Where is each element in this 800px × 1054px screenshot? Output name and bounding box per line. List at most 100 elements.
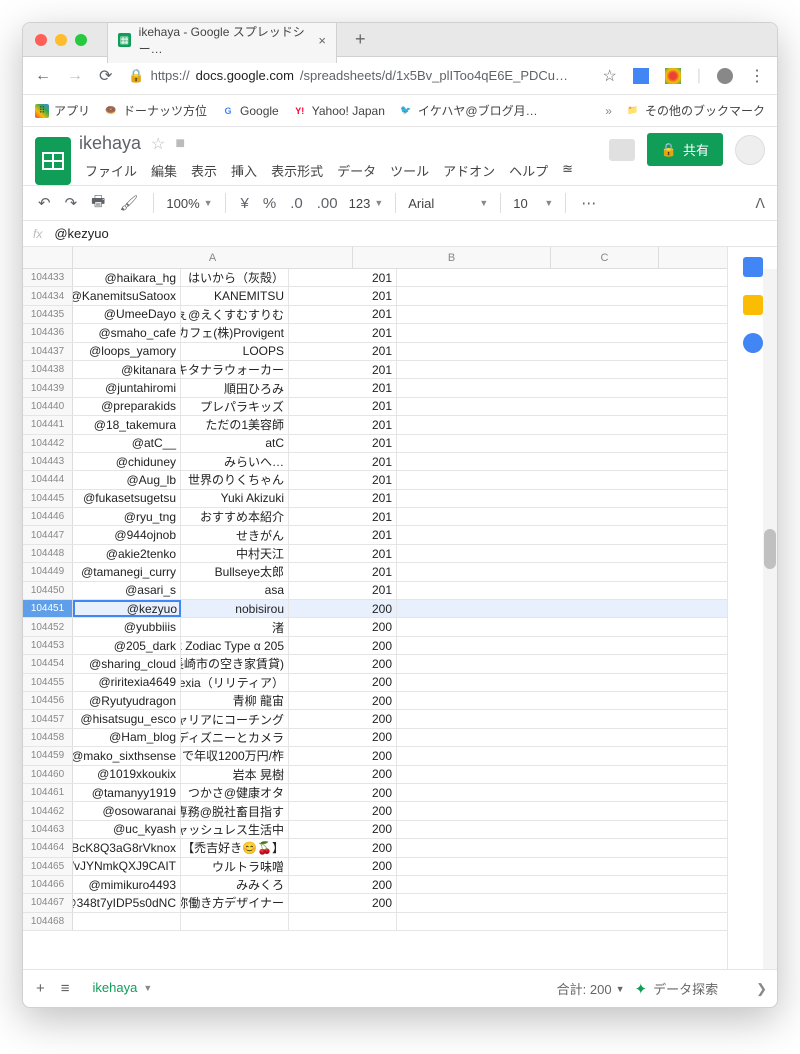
cell[interactable]: 200 [289, 876, 397, 893]
cell[interactable]: @WvJYNmkQXJ9CAIT [73, 858, 181, 875]
table-row[interactable]: 104466@mimikuro4493みみくろ200 [23, 876, 727, 894]
folder-icon[interactable]: ■ [175, 135, 185, 153]
back-icon[interactable]: ← [35, 67, 51, 85]
cell[interactable]: 201 [289, 508, 397, 525]
row-number[interactable]: 104446 [23, 508, 73, 525]
row-number[interactable]: 104454 [23, 655, 73, 672]
cell[interactable]: 200 [289, 637, 397, 654]
address-bar[interactable]: 🔒 https://docs.google.com/spreadsheets/d… [128, 68, 586, 84]
forward-icon[interactable]: → [67, 67, 83, 85]
row-number[interactable]: 104447 [23, 526, 73, 543]
cell[interactable]: 201 [289, 582, 397, 599]
row-number[interactable]: 104449 [23, 563, 73, 580]
row-number[interactable]: 104438 [23, 361, 73, 378]
cell[interactable]: @348t7yIDP5s0dNC [73, 894, 181, 911]
cell[interactable]: Bullseye太郎 [181, 563, 289, 580]
cell[interactable]: @ryu_tng [73, 508, 181, 525]
calendar-icon[interactable] [743, 257, 763, 277]
bookmark-item[interactable]: Y!Yahoo! Japan [293, 104, 385, 118]
reload-icon[interactable]: ⟳ [99, 66, 112, 86]
cell[interactable]: 200 [289, 766, 397, 783]
cell[interactable]: @KanemitsuSatoox [73, 287, 181, 304]
row-number[interactable]: 104458 [23, 729, 73, 746]
table-row[interactable]: 104464@BcK8Q3aG8rVknoxジョイ【禿吉好き😊🍒】200 [23, 839, 727, 857]
cell[interactable]: LOOPS [181, 343, 289, 360]
bookmark-item[interactable]: 🐦イケハヤ@ブログ月… [399, 102, 538, 119]
table-row[interactable]: 104457@hisatsugu_escoひさつぐ@一流キャリアにコーチング20… [23, 710, 727, 728]
bookmark-item[interactable]: GGoogle [221, 104, 279, 118]
row-number[interactable]: 104451 [23, 600, 73, 617]
more-icon[interactable]: ⋯ [578, 194, 599, 212]
row-number[interactable]: 104468 [23, 913, 73, 930]
formula-bar[interactable]: fx @kezyuo [23, 221, 777, 247]
cell[interactable]: みらいへ… [181, 453, 289, 470]
cell[interactable]: atC [181, 435, 289, 452]
cell[interactable]: 201 [289, 435, 397, 452]
cell[interactable]: 201 [289, 471, 397, 488]
cell[interactable]: 200 [289, 894, 397, 911]
row-number[interactable]: 104436 [23, 324, 73, 341]
column-header[interactable]: B [353, 247, 551, 268]
cell[interactable]: 201 [289, 453, 397, 470]
cell[interactable]: 中村天江 [181, 545, 289, 562]
table-row[interactable]: 104434@KanemitsuSatooxKANEMITSU201 [23, 287, 727, 305]
menu-icon[interactable]: ⋮ [749, 66, 765, 86]
star-icon[interactable]: ☆ [151, 134, 165, 154]
cell[interactable]: 201 [289, 398, 397, 415]
add-sheet-icon[interactable]: + [33, 980, 48, 997]
cell[interactable]: @18_takemura [73, 416, 181, 433]
cell[interactable]: SuperⓂ 本業と投資で年収1200万円/柞 [181, 747, 289, 764]
cell[interactable]: asa [181, 582, 289, 599]
row-number[interactable]: 104450 [23, 582, 73, 599]
percent-button[interactable]: % [260, 195, 279, 212]
row-number[interactable]: 104465 [23, 858, 73, 875]
column-header[interactable]: C [551, 247, 659, 268]
cell[interactable]: 世界のりくちゃん [181, 471, 289, 488]
cell[interactable]: 201 [289, 379, 397, 396]
cell[interactable]: 201 [289, 490, 397, 507]
paint-format-icon[interactable]: 🖌 [116, 194, 141, 212]
decrease-decimal-button[interactable]: .0 [287, 195, 306, 212]
cell[interactable]: 200 [289, 802, 397, 819]
table-row[interactable]: 104437@loops_yamoryLOOPS201 [23, 343, 727, 361]
cell[interactable]: 200 [289, 618, 397, 635]
table-row[interactable]: 104439@juntahiromi順田ひろみ201 [23, 379, 727, 397]
row-number[interactable]: 104461 [23, 784, 73, 801]
cell[interactable]: 岩本 晃樹 [181, 766, 289, 783]
fontsize-dropdown[interactable]: 10▼ [513, 196, 553, 211]
table-row[interactable]: 104438@kitanaraキタナラウォーカー201 [23, 361, 727, 379]
table-row[interactable]: 104456@Ryutyudragon青柳 龍宙200 [23, 692, 727, 710]
row-number[interactable]: 104462 [23, 802, 73, 819]
row-number[interactable]: 104453 [23, 637, 73, 654]
collapse-toolbar-icon[interactable]: ᐱ [755, 195, 765, 212]
cell[interactable]: @akie2tenko [73, 545, 181, 562]
cell[interactable]: @BcK8Q3aG8rVknox [73, 839, 181, 856]
cell[interactable]: 201 [289, 343, 397, 360]
cell[interactable]: @fukasetsugetsu [73, 490, 181, 507]
table-row[interactable]: 104444@Aug_lb世界のりくちゃん201 [23, 471, 727, 489]
cell[interactable]: @944ojnob [73, 526, 181, 543]
cell[interactable]: ジョイ【禿吉好き😊🍒】 [181, 839, 289, 856]
row-number[interactable]: 104433 [23, 269, 73, 286]
cell[interactable]: @uc_kyash [73, 821, 181, 838]
table-row[interactable]: 104463@uc_kyashUC@キャッシュレス生活中200 [23, 821, 727, 839]
cell[interactable]: 201 [289, 526, 397, 543]
table-row[interactable]: 104447@944ojnobせきがん201 [23, 526, 727, 544]
spreadsheet-grid[interactable]: A B C 104433@haikara_hgはいから（灰殻）201104434… [23, 247, 727, 969]
cell[interactable]: 浅野伸治(長崎市の空き家賃貸) [181, 655, 289, 672]
cell[interactable]: @riritexia4649 [73, 674, 181, 691]
cell[interactable]: 201 [289, 545, 397, 562]
table-row[interactable]: 104448@akie2tenko中村天江201 [23, 545, 727, 563]
table-row[interactable]: 104454@sharing_cloud浅野伸治(長崎市の空き家賃貸)200 [23, 655, 727, 673]
traffic-max[interactable] [75, 34, 87, 46]
cell[interactable]: つかさ@健康オタ [181, 784, 289, 801]
cell[interactable]: キタナラウォーカー [181, 361, 289, 378]
menu-item[interactable]: 編集 [145, 158, 183, 183]
menu-item[interactable]: ≊ [556, 158, 579, 183]
row-number[interactable]: 104443 [23, 453, 73, 470]
table-row[interactable]: 104453@205_darkDark Zodiac Type α 205200 [23, 637, 727, 655]
currency-button[interactable]: ¥ [238, 195, 252, 212]
cell[interactable]: しのD専務@脱社畜目指す [181, 802, 289, 819]
cell[interactable]: @loops_yamory [73, 343, 181, 360]
format-dropdown[interactable]: 123▼ [349, 196, 384, 211]
